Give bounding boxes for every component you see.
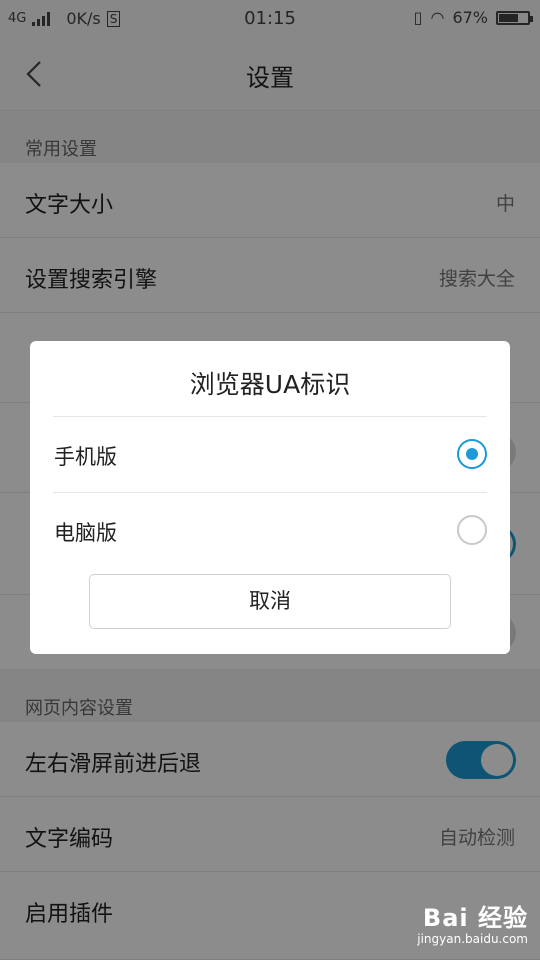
watermark-logo: Bai 经验 xyxy=(422,904,528,932)
watermark: Bai 经验 jingyan.baidu.com xyxy=(408,898,528,956)
cancel-button[interactable]: 取消 xyxy=(89,574,451,629)
option-desktop[interactable]: 电脑版 xyxy=(30,493,510,568)
ua-dialog: 浏览器UA标识 手机版 电脑版 取消 xyxy=(30,341,510,654)
watermark-url: jingyan.baidu.com xyxy=(417,932,528,946)
option-mobile[interactable]: 手机版 xyxy=(30,417,510,492)
dialog-title: 浏览器UA标识 xyxy=(189,370,351,399)
radio-button[interactable] xyxy=(457,439,487,469)
radio-button[interactable] xyxy=(457,515,487,545)
